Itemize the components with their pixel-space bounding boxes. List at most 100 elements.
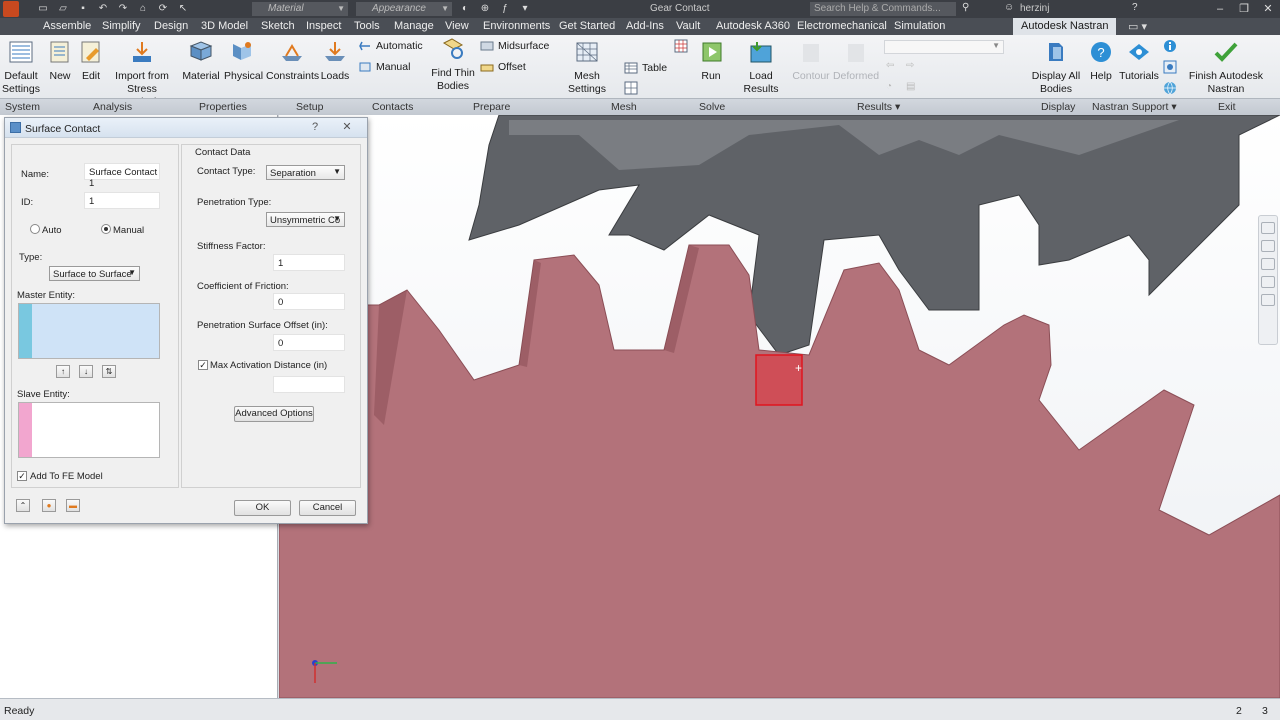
deformed-button[interactable]: Deformed: [832, 40, 880, 83]
panel-results[interactable]: Results ▾: [857, 101, 900, 113]
display-options-icon[interactable]: ▬: [66, 499, 80, 512]
app-menu-icon[interactable]: [3, 1, 19, 17]
measure-icon[interactable]: ⊕: [478, 2, 492, 15]
load-results-button[interactable]: Load Results: [732, 40, 790, 96]
step-forward-icon[interactable]: ⇨: [906, 60, 914, 71]
tab-assemble[interactable]: Assemble: [43, 20, 91, 32]
contact-kind-select[interactable]: Surface to Surface ▼: [49, 266, 140, 281]
search-input[interactable]: Search Help & Commands...: [810, 2, 956, 16]
result-set-dropdown[interactable]: ▼: [884, 40, 1004, 54]
look-at-icon[interactable]: [1261, 294, 1275, 306]
material-dropdown[interactable]: Material ▼: [252, 2, 348, 16]
ribbon-options-icon[interactable]: ▭ ▾: [1128, 20, 1147, 33]
community-button[interactable]: [1163, 60, 1177, 74]
appearance-dropdown[interactable]: Appearance ▼: [356, 2, 452, 16]
tutorials-button[interactable]: Tutorials: [1118, 40, 1160, 83]
material-button[interactable]: Material: [182, 40, 220, 83]
tab-inspect[interactable]: Inspect: [306, 20, 341, 32]
contact-type-select[interactable]: Separation ▼: [266, 165, 345, 180]
tab-simulation[interactable]: Simulation: [894, 20, 945, 32]
info-button[interactable]: [1163, 39, 1177, 53]
add-fe-checkbox[interactable]: ✓: [17, 471, 27, 481]
collapse-icon[interactable]: ⌃: [16, 499, 30, 512]
dialog-close-icon[interactable]: ✕: [337, 120, 357, 134]
advanced-options-button[interactable]: Advanced Options: [234, 406, 314, 422]
new-analysis-button[interactable]: New: [46, 40, 74, 83]
move-up-icon[interactable]: ↑: [56, 365, 70, 378]
tab-electromechanical[interactable]: Electromechanical: [797, 20, 887, 32]
mesh-extra-button[interactable]: [624, 81, 638, 95]
tab-design[interactable]: Design: [154, 20, 188, 32]
tab-add-ins[interactable]: Add-Ins: [626, 20, 664, 32]
tab-manage[interactable]: Manage: [394, 20, 434, 32]
cancel-button[interactable]: Cancel: [299, 500, 356, 516]
automatic-contacts-button[interactable]: Automatic: [358, 39, 423, 53]
finish-nastran-button[interactable]: Finish Autodesk Nastran: [1184, 40, 1268, 96]
id-field[interactable]: 1: [84, 192, 160, 209]
edit-analysis-button[interactable]: Edit: [78, 40, 104, 83]
friction-field[interactable]: 0: [273, 293, 345, 310]
dialog-help-icon[interactable]: ?: [305, 120, 325, 134]
tab-autodesk-nastran[interactable]: Autodesk Nastran: [1013, 18, 1117, 35]
manual-radio[interactable]: [101, 224, 111, 234]
color-settings-icon[interactable]: ●: [42, 499, 56, 512]
orbit-icon[interactable]: [1261, 276, 1275, 288]
swap-icon[interactable]: ⇅: [102, 365, 116, 378]
pan-icon[interactable]: [1261, 240, 1275, 252]
loads-button[interactable]: Loads: [320, 40, 350, 83]
binoculars-icon[interactable]: ⚲: [962, 2, 976, 13]
animate-icon[interactable]: ◔: [886, 81, 892, 92]
offset-button[interactable]: Offset: [480, 60, 526, 74]
restore-icon[interactable]: ❐: [1232, 0, 1256, 18]
tab-tools[interactable]: Tools: [354, 20, 380, 32]
step-back-icon[interactable]: ⇦: [886, 60, 894, 71]
move-down-icon[interactable]: ↓: [79, 365, 93, 378]
save-icon[interactable]: ▪: [76, 2, 90, 15]
new-file-icon[interactable]: ▭: [36, 2, 50, 15]
tab-3d-model[interactable]: 3D Model: [201, 20, 248, 32]
tab-sketch[interactable]: Sketch: [261, 20, 295, 32]
user-name[interactable]: herzinj: [1020, 3, 1049, 14]
close-icon[interactable]: ✕: [1256, 0, 1280, 18]
result-options-icon[interactable]: ▤: [906, 81, 915, 92]
constraints-button[interactable]: Constraints: [266, 40, 319, 83]
tab-environments[interactable]: Environments: [483, 20, 550, 32]
graphics-viewport[interactable]: +: [279, 115, 1280, 698]
tab-autodesk-a360[interactable]: Autodesk A360: [716, 20, 790, 32]
fx-icon[interactable]: ƒ: [498, 2, 512, 15]
mesh-settings-button[interactable]: Mesh Settings: [556, 40, 618, 96]
display-all-bodies-button[interactable]: Display All Bodies: [1030, 40, 1082, 96]
name-field[interactable]: Surface Contact 1: [84, 163, 160, 189]
max-activation-checkbox[interactable]: ✓: [198, 360, 208, 370]
physical-button[interactable]: Physical: [224, 40, 263, 83]
mesh-table-button[interactable]: Table: [624, 61, 667, 75]
help-icon[interactable]: ?: [1132, 2, 1146, 13]
pen-offset-field[interactable]: 0: [273, 334, 345, 351]
clear-override-icon[interactable]: ◐: [458, 2, 472, 15]
ok-button[interactable]: OK: [234, 500, 291, 516]
zoom-icon[interactable]: [1261, 258, 1275, 270]
update-icon[interactable]: ⟳: [156, 2, 170, 15]
web-button[interactable]: [1163, 81, 1177, 95]
find-thin-bodies-button[interactable]: Find Thin Bodies: [430, 37, 476, 93]
select-icon[interactable]: ↖: [176, 2, 190, 15]
undo-icon[interactable]: ↶: [96, 2, 110, 15]
manual-contacts-button[interactable]: Manual: [358, 60, 410, 74]
mesh-preview-button[interactable]: [674, 39, 688, 53]
stiffness-field[interactable]: 1: [273, 254, 345, 271]
steering-wheel-icon[interactable]: [1261, 222, 1275, 234]
midsurface-button[interactable]: Midsurface: [480, 39, 549, 53]
slave-entity-list[interactable]: [18, 402, 160, 458]
gear-model-view[interactable]: +: [279, 115, 1280, 698]
tab-get-started[interactable]: Get Started: [559, 20, 615, 32]
tab-view[interactable]: View: [445, 20, 469, 32]
open-folder-icon[interactable]: ▱: [56, 2, 70, 15]
home-icon[interactable]: ⌂: [136, 2, 150, 15]
auto-radio[interactable]: [30, 224, 40, 234]
default-settings-button[interactable]: Default Settings: [2, 40, 40, 96]
run-button[interactable]: Run: [700, 40, 722, 83]
toolbar-more-icon[interactable]: ▾: [518, 2, 532, 15]
redo-icon[interactable]: ↷: [116, 2, 130, 15]
help-button[interactable]: ? Help: [1088, 40, 1114, 83]
minimize-icon[interactable]: –: [1208, 0, 1232, 18]
